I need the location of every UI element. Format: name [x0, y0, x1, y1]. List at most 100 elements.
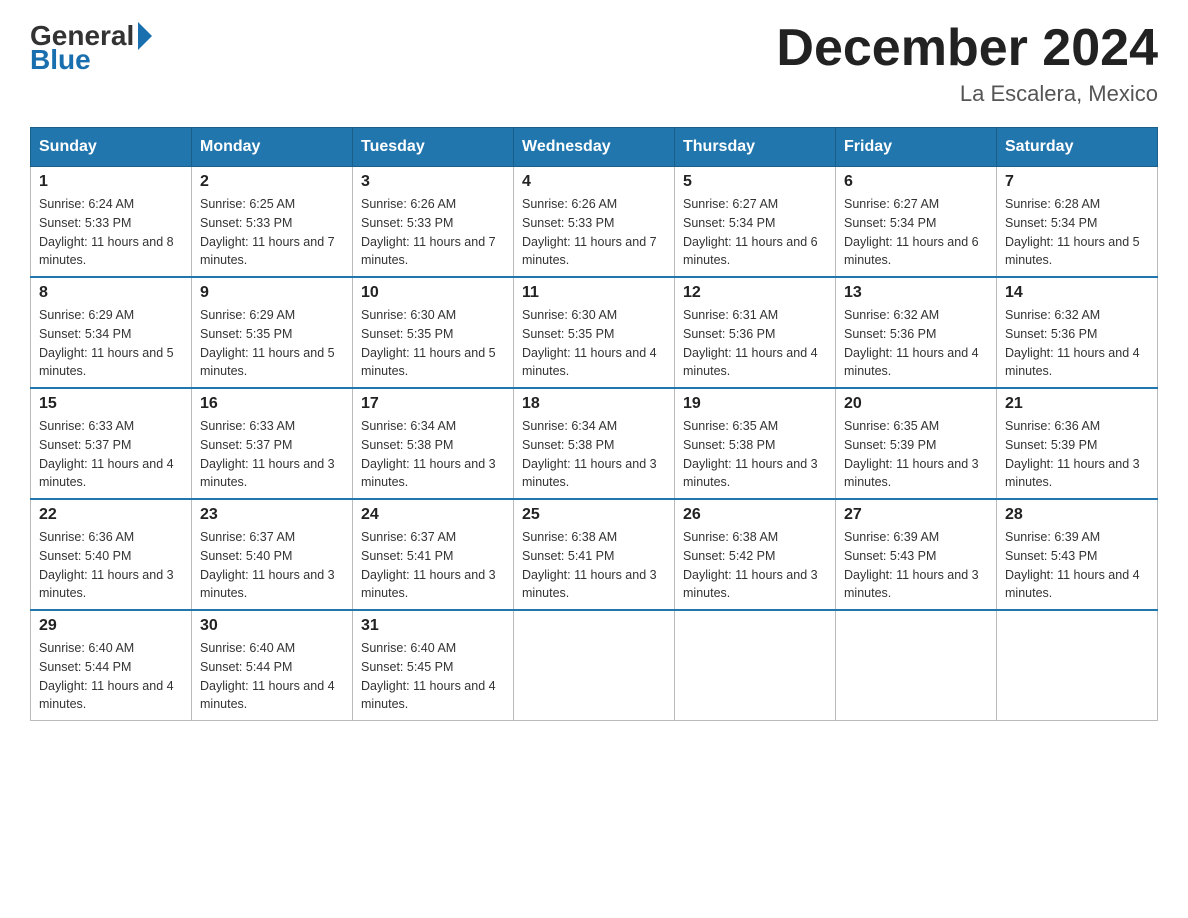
sunset-label: Sunset: 5:45 PM	[361, 660, 453, 674]
sunrise-label: Sunrise: 6:29 AM	[200, 308, 295, 322]
sunset-label: Sunset: 5:40 PM	[200, 549, 292, 563]
calendar-cell: 22 Sunrise: 6:36 AM Sunset: 5:40 PM Dayl…	[31, 499, 192, 610]
logo-arrow-icon	[138, 22, 152, 50]
day-number: 9	[200, 284, 344, 302]
sunrise-label: Sunrise: 6:30 AM	[361, 308, 456, 322]
sunrise-label: Sunrise: 6:34 AM	[361, 419, 456, 433]
daylight-label: Daylight: 11 hours and 4 minutes.	[361, 679, 496, 712]
day-info: Sunrise: 6:37 AM Sunset: 5:41 PM Dayligh…	[361, 528, 505, 603]
day-number: 7	[1005, 173, 1149, 191]
day-info: Sunrise: 6:38 AM Sunset: 5:42 PM Dayligh…	[683, 528, 827, 603]
day-info: Sunrise: 6:39 AM Sunset: 5:43 PM Dayligh…	[1005, 528, 1149, 603]
daylight-label: Daylight: 11 hours and 5 minutes.	[361, 346, 496, 379]
daylight-label: Daylight: 11 hours and 3 minutes.	[844, 568, 979, 601]
sunrise-label: Sunrise: 6:40 AM	[200, 641, 295, 655]
sunrise-label: Sunrise: 6:29 AM	[39, 308, 134, 322]
sunset-label: Sunset: 5:33 PM	[39, 216, 131, 230]
sunset-label: Sunset: 5:36 PM	[1005, 327, 1097, 341]
calendar-cell: 12 Sunrise: 6:31 AM Sunset: 5:36 PM Dayl…	[675, 277, 836, 388]
sunset-label: Sunset: 5:42 PM	[683, 549, 775, 563]
calendar-header-sunday: Sunday	[31, 128, 192, 167]
calendar-cell	[836, 610, 997, 721]
calendar-week-2: 8 Sunrise: 6:29 AM Sunset: 5:34 PM Dayli…	[31, 277, 1158, 388]
sunrise-label: Sunrise: 6:35 AM	[683, 419, 778, 433]
day-info: Sunrise: 6:24 AM Sunset: 5:33 PM Dayligh…	[39, 195, 183, 270]
day-info: Sunrise: 6:32 AM Sunset: 5:36 PM Dayligh…	[844, 306, 988, 381]
calendar-cell: 7 Sunrise: 6:28 AM Sunset: 5:34 PM Dayli…	[997, 167, 1158, 278]
sunset-label: Sunset: 5:35 PM	[361, 327, 453, 341]
daylight-label: Daylight: 11 hours and 3 minutes.	[522, 568, 657, 601]
day-number: 5	[683, 173, 827, 191]
sunrise-label: Sunrise: 6:37 AM	[361, 530, 456, 544]
calendar-cell: 14 Sunrise: 6:32 AM Sunset: 5:36 PM Dayl…	[997, 277, 1158, 388]
day-number: 24	[361, 506, 505, 524]
sunset-label: Sunset: 5:44 PM	[39, 660, 131, 674]
daylight-label: Daylight: 11 hours and 4 minutes.	[200, 679, 335, 712]
day-number: 17	[361, 395, 505, 413]
calendar-cell: 25 Sunrise: 6:38 AM Sunset: 5:41 PM Dayl…	[514, 499, 675, 610]
sunset-label: Sunset: 5:34 PM	[844, 216, 936, 230]
sunrise-label: Sunrise: 6:37 AM	[200, 530, 295, 544]
day-info: Sunrise: 6:31 AM Sunset: 5:36 PM Dayligh…	[683, 306, 827, 381]
daylight-label: Daylight: 11 hours and 4 minutes.	[1005, 346, 1140, 379]
calendar-header-saturday: Saturday	[997, 128, 1158, 167]
sunset-label: Sunset: 5:37 PM	[39, 438, 131, 452]
day-info: Sunrise: 6:26 AM Sunset: 5:33 PM Dayligh…	[522, 195, 666, 270]
calendar-cell	[514, 610, 675, 721]
day-number: 30	[200, 617, 344, 635]
daylight-label: Daylight: 11 hours and 5 minutes.	[39, 346, 174, 379]
daylight-label: Daylight: 11 hours and 7 minutes.	[522, 235, 657, 268]
page-header: General Blue December 2024 La Escalera, …	[30, 20, 1158, 107]
day-number: 12	[683, 284, 827, 302]
calendar-header-thursday: Thursday	[675, 128, 836, 167]
calendar-cell: 17 Sunrise: 6:34 AM Sunset: 5:38 PM Dayl…	[353, 388, 514, 499]
daylight-label: Daylight: 11 hours and 8 minutes.	[39, 235, 174, 268]
day-info: Sunrise: 6:38 AM Sunset: 5:41 PM Dayligh…	[522, 528, 666, 603]
calendar-week-1: 1 Sunrise: 6:24 AM Sunset: 5:33 PM Dayli…	[31, 167, 1158, 278]
calendar-cell: 30 Sunrise: 6:40 AM Sunset: 5:44 PM Dayl…	[192, 610, 353, 721]
daylight-label: Daylight: 11 hours and 3 minutes.	[361, 568, 496, 601]
calendar-header-friday: Friday	[836, 128, 997, 167]
day-info: Sunrise: 6:34 AM Sunset: 5:38 PM Dayligh…	[522, 417, 666, 492]
logo-blue-text: Blue	[30, 44, 91, 76]
day-info: Sunrise: 6:40 AM Sunset: 5:45 PM Dayligh…	[361, 639, 505, 714]
calendar-cell: 31 Sunrise: 6:40 AM Sunset: 5:45 PM Dayl…	[353, 610, 514, 721]
sunset-label: Sunset: 5:38 PM	[683, 438, 775, 452]
calendar-cell: 2 Sunrise: 6:25 AM Sunset: 5:33 PM Dayli…	[192, 167, 353, 278]
sunrise-label: Sunrise: 6:26 AM	[361, 197, 456, 211]
sunrise-label: Sunrise: 6:27 AM	[844, 197, 939, 211]
calendar-cell: 20 Sunrise: 6:35 AM Sunset: 5:39 PM Dayl…	[836, 388, 997, 499]
calendar-cell: 6 Sunrise: 6:27 AM Sunset: 5:34 PM Dayli…	[836, 167, 997, 278]
calendar-cell: 4 Sunrise: 6:26 AM Sunset: 5:33 PM Dayli…	[514, 167, 675, 278]
calendar-week-4: 22 Sunrise: 6:36 AM Sunset: 5:40 PM Dayl…	[31, 499, 1158, 610]
sunset-label: Sunset: 5:41 PM	[361, 549, 453, 563]
day-number: 13	[844, 284, 988, 302]
day-number: 20	[844, 395, 988, 413]
sunset-label: Sunset: 5:33 PM	[522, 216, 614, 230]
day-number: 19	[683, 395, 827, 413]
day-info: Sunrise: 6:33 AM Sunset: 5:37 PM Dayligh…	[39, 417, 183, 492]
calendar-cell: 27 Sunrise: 6:39 AM Sunset: 5:43 PM Dayl…	[836, 499, 997, 610]
day-info: Sunrise: 6:40 AM Sunset: 5:44 PM Dayligh…	[200, 639, 344, 714]
sunset-label: Sunset: 5:34 PM	[1005, 216, 1097, 230]
daylight-label: Daylight: 11 hours and 4 minutes.	[1005, 568, 1140, 601]
day-info: Sunrise: 6:29 AM Sunset: 5:34 PM Dayligh…	[39, 306, 183, 381]
calendar-cell: 11 Sunrise: 6:30 AM Sunset: 5:35 PM Dayl…	[514, 277, 675, 388]
daylight-label: Daylight: 11 hours and 6 minutes.	[683, 235, 818, 268]
day-number: 14	[1005, 284, 1149, 302]
sunset-label: Sunset: 5:37 PM	[200, 438, 292, 452]
calendar-cell: 15 Sunrise: 6:33 AM Sunset: 5:37 PM Dayl…	[31, 388, 192, 499]
calendar-cell: 26 Sunrise: 6:38 AM Sunset: 5:42 PM Dayl…	[675, 499, 836, 610]
daylight-label: Daylight: 11 hours and 7 minutes.	[200, 235, 335, 268]
day-number: 16	[200, 395, 344, 413]
daylight-label: Daylight: 11 hours and 7 minutes.	[361, 235, 496, 268]
calendar-cell: 8 Sunrise: 6:29 AM Sunset: 5:34 PM Dayli…	[31, 277, 192, 388]
day-number: 11	[522, 284, 666, 302]
calendar-cell: 29 Sunrise: 6:40 AM Sunset: 5:44 PM Dayl…	[31, 610, 192, 721]
sunrise-label: Sunrise: 6:33 AM	[200, 419, 295, 433]
day-info: Sunrise: 6:35 AM Sunset: 5:39 PM Dayligh…	[844, 417, 988, 492]
sunset-label: Sunset: 5:36 PM	[844, 327, 936, 341]
day-info: Sunrise: 6:29 AM Sunset: 5:35 PM Dayligh…	[200, 306, 344, 381]
sunrise-label: Sunrise: 6:39 AM	[844, 530, 939, 544]
daylight-label: Daylight: 11 hours and 3 minutes.	[844, 457, 979, 490]
